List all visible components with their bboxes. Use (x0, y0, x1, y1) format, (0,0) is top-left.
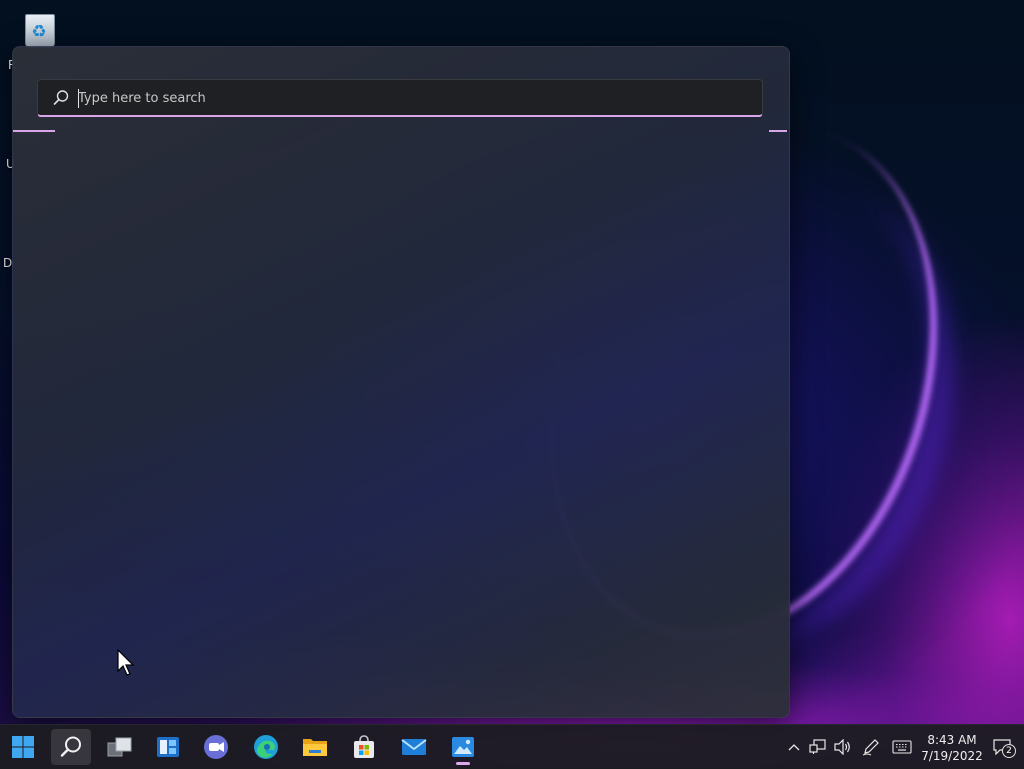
edge-browser-icon (254, 735, 278, 759)
recycle-symbol-icon: ♻ (31, 22, 47, 42)
recycle-bin-icon[interactable]: ♻ (21, 10, 57, 48)
desktop-icon-label-3: D (3, 256, 13, 270)
running-indicator (456, 762, 470, 765)
mail-icon (401, 739, 427, 755)
store-icon (354, 735, 374, 758)
accent-line-left (13, 130, 55, 132)
mouse-cursor-icon (117, 649, 135, 676)
pen-icon (862, 739, 879, 756)
notification-count-badge: 2 (1002, 744, 1016, 758)
keyboard-icon (892, 740, 912, 754)
folder-icon (303, 739, 327, 756)
network-button[interactable] (808, 737, 828, 757)
search-icon (53, 90, 69, 105)
clock-date: 7/19/2022 (921, 749, 983, 763)
chat-button[interactable] (196, 729, 236, 765)
photos-icon (452, 737, 474, 757)
clock-time: 8:43 AM (927, 733, 977, 747)
store-button[interactable] (344, 729, 384, 765)
search-icon (60, 736, 81, 757)
search-panel (12, 46, 790, 718)
mail-button[interactable] (394, 729, 434, 765)
show-hidden-icons-button[interactable] (784, 737, 804, 757)
widgets-icon (157, 737, 179, 757)
taskbar: 8:43 AM 7/19/2022 2 (0, 724, 1024, 769)
task-view-button[interactable] (100, 729, 140, 765)
search-input[interactable] (78, 80, 738, 116)
clock[interactable]: 8:43 AM 7/19/2022 (918, 732, 986, 764)
teams-chat-icon (204, 735, 228, 759)
file-explorer-button[interactable] (295, 729, 335, 765)
windows-logo-icon (12, 736, 34, 758)
pen-menu-button[interactable] (861, 737, 881, 757)
chevron-up-icon (788, 744, 800, 751)
widgets-button[interactable] (148, 729, 188, 765)
task-view-icon (107, 737, 132, 757)
volume-button[interactable] (833, 737, 853, 757)
volume-icon (834, 739, 850, 755)
start-button[interactable] (3, 729, 43, 765)
photos-button[interactable] (443, 729, 483, 765)
search-box[interactable] (37, 79, 763, 117)
network-icon (809, 739, 826, 754)
accent-line-right (769, 130, 787, 132)
edge-button[interactable] (246, 729, 286, 765)
touch-keyboard-button[interactable] (892, 737, 912, 757)
search-button[interactable] (51, 729, 91, 765)
